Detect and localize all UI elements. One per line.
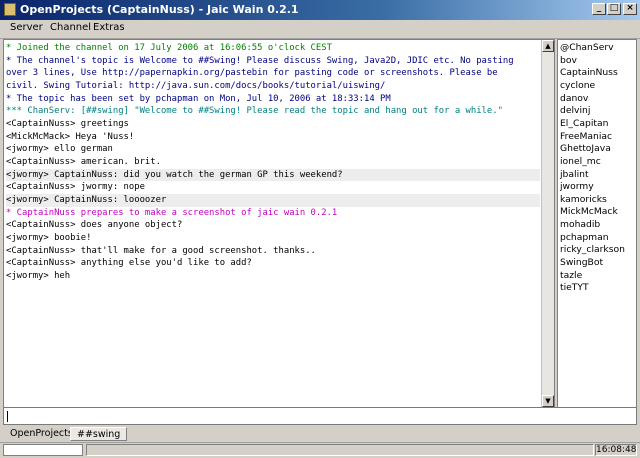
scroll-down-icon[interactable]: ▼ (542, 395, 554, 407)
user-list-item[interactable]: tieTYT (560, 282, 589, 294)
chat-log: * Joined the channel on 17 July 2006 at … (6, 42, 540, 282)
user-list-item[interactable]: MickMcMack (560, 206, 618, 218)
chat-line: *** ChanServ: [##swing] "Welcome to ##Sw… (6, 106, 503, 117)
title-bar: OpenProjects (CaptainNuss) - Jaic Wain 0… (0, 0, 640, 20)
user-list-item[interactable]: ricky_clarkson (560, 244, 625, 256)
menu-channel[interactable]: Channel (50, 22, 91, 33)
chat-line: civil. Swing Tutorial: http://java.sun.c… (6, 80, 386, 91)
message-input[interactable] (3, 407, 637, 425)
status-clock: 16:08:48 (595, 444, 637, 456)
user-list-item[interactable]: delvinj (560, 105, 590, 117)
user-list-item[interactable]: pchapman (560, 232, 609, 244)
menu-bar: Server Channel Extras (0, 20, 640, 39)
user-list-item[interactable]: FreeManiac (560, 131, 612, 143)
app-icon (4, 3, 16, 16)
chat-line: * The topic has been set by pchapman on … (6, 93, 391, 104)
chat-line: <CaptainNuss> that'll make for a good sc… (6, 245, 316, 256)
scroll-up-icon[interactable]: ▲ (542, 40, 554, 52)
chat-line: * The channel's topic is Welcome to ##Sw… (6, 55, 514, 66)
user-list-item[interactable]: ionel_mc (560, 156, 601, 168)
maximize-icon[interactable]: □ (607, 3, 621, 15)
close-icon[interactable]: × (623, 3, 637, 15)
user-list-item[interactable]: El_Capitan (560, 118, 608, 130)
menu-extras[interactable]: Extras (93, 22, 125, 33)
minimize-icon[interactable]: _ (592, 3, 606, 15)
user-list-item[interactable]: jbalint (560, 169, 589, 181)
chat-line: <CaptainNuss> anything else you'd like t… (6, 258, 252, 269)
chat-line: <jwormy> ello german (6, 144, 113, 155)
chat-line: <jwormy> CaptainNuss: loooozer (6, 193, 540, 207)
window-title: OpenProjects (CaptainNuss) - Jaic Wain 0… (20, 3, 299, 16)
user-list-item[interactable]: bov (560, 55, 577, 67)
chat-line: * Joined the channel on 17 July 2006 at … (6, 43, 332, 53)
chat-line: <jwormy> heh (6, 270, 71, 281)
user-list-item[interactable]: kamoricks (560, 194, 607, 206)
user-list-item[interactable]: CaptainNuss (560, 67, 618, 79)
chat-line: <jwormy> CaptainNuss: did you watch the … (6, 168, 540, 182)
user-list-item[interactable]: @ChanServ (560, 42, 614, 54)
user-list-item[interactable]: danov (560, 93, 588, 105)
chat-line: <CaptainNuss> jwormy: nope (6, 182, 145, 193)
status-field (3, 444, 83, 456)
user-list: @ChanServ bov CaptainNuss cyclone danov delvi… (557, 39, 637, 408)
chat-line: <MickMcMack> Heya 'Nuss! (6, 131, 135, 142)
tab-openprojects[interactable]: OpenProjects (4, 427, 79, 441)
user-list-item[interactable]: GhettoJava (560, 143, 611, 155)
user-list-item[interactable]: jwormy (560, 181, 594, 193)
tab-swing[interactable]: ##swing (70, 427, 128, 441)
user-list-item[interactable]: cyclone (560, 80, 595, 92)
user-list-item[interactable]: mohadib (560, 219, 600, 231)
chat-line: <CaptainNuss> does anyone object? (6, 220, 183, 231)
chat-line: <CaptainNuss> american. brit. (6, 156, 161, 167)
user-list-item[interactable]: tazle (560, 270, 582, 282)
chat-scrollbar[interactable]: ▲ ▼ (541, 40, 554, 407)
chat-line: * CaptainNuss prepares to make a screens… (6, 207, 338, 218)
user-list-item[interactable]: SwingBot (560, 257, 603, 269)
chat-line: over 3 lines, Use http://papernapkin.org… (6, 68, 498, 79)
chat-line: <CaptainNuss> greetings (6, 118, 129, 129)
status-bar: 16:08:48 (0, 442, 640, 458)
menu-server[interactable]: Server (10, 22, 43, 33)
chat-panel: * Joined the channel on 17 July 2006 at … (3, 39, 555, 408)
text-caret (7, 411, 8, 422)
channel-tabs: OpenProjects ##swing (0, 426, 640, 442)
status-message (86, 444, 594, 456)
chat-line: <jwormy> boobie! (6, 232, 92, 243)
